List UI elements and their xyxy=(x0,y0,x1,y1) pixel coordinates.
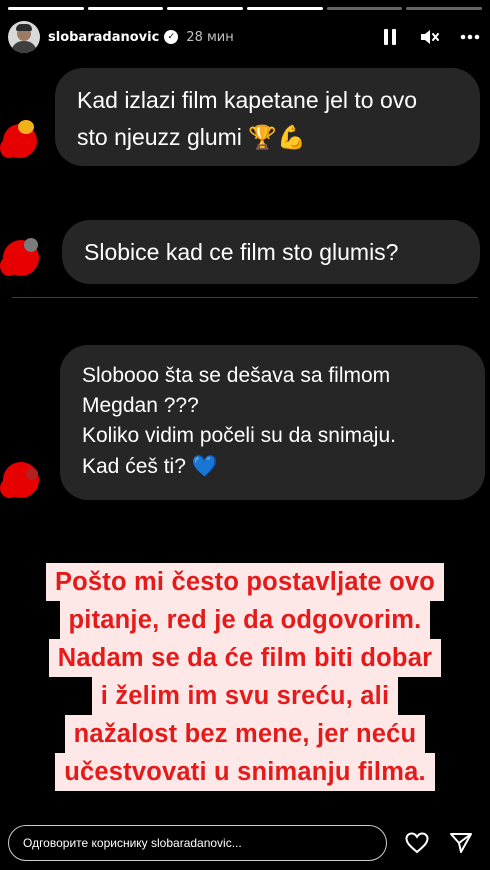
message-line: Kad ćeš ti? xyxy=(82,455,186,478)
pause-icon[interactable] xyxy=(380,27,400,47)
progress-segment xyxy=(8,7,84,10)
censored-avatar xyxy=(0,120,40,162)
answer-line: učestvovati u snimanju filma. xyxy=(55,753,435,791)
answer-text: Pošto mi često postavljate ovo pitanje, … xyxy=(0,563,490,791)
message-line: Slobooo šta se dešava sa filmom xyxy=(82,364,391,387)
avatar[interactable] xyxy=(8,21,40,53)
story-progress xyxy=(8,7,483,10)
reply-placeholder: Одговорите кориснику slobaradanovic... xyxy=(23,836,242,850)
story-header: slobaradanovic ✓ 28 мин xyxy=(8,20,480,54)
reply-input[interactable]: Одговорите кориснику slobaradanovic... xyxy=(8,825,387,861)
progress-segment xyxy=(326,7,403,10)
message-line: Kad izlazi film kapetane jel to ovo xyxy=(77,87,418,113)
timestamp: 28 мин xyxy=(186,29,234,45)
divider xyxy=(12,297,478,298)
mute-icon[interactable] xyxy=(420,27,440,47)
heart-icon[interactable] xyxy=(405,830,431,856)
more-icon[interactable] xyxy=(460,27,480,47)
answer-line: Pošto mi često postavljate ovo xyxy=(45,563,445,601)
censored-avatar xyxy=(0,236,40,278)
message-line: Megdan ??? xyxy=(82,394,199,417)
story-footer: Одговорите кориснику slobaradanovic... xyxy=(8,825,474,861)
blue-heart-emoji: 💙 xyxy=(191,454,218,478)
message-line: Slobice kad ce film sto glumis? xyxy=(84,239,399,265)
progress-segment xyxy=(87,7,164,10)
send-icon[interactable] xyxy=(448,830,474,856)
question-bubble: Slobooo šta se dešava sa filmom Megdan ?… xyxy=(60,345,485,500)
message-line: sto njeuzz glumi xyxy=(77,124,242,150)
username[interactable]: slobaradanovic xyxy=(48,30,159,45)
question-bubble: Slobice kad ce film sto glumis? xyxy=(62,220,480,284)
trophy-muscle-emoji: 🏆💪 xyxy=(248,125,306,151)
verified-badge-icon: ✓ xyxy=(164,30,179,44)
answer-line: nažalost bez mene, jer neću xyxy=(64,715,426,753)
progress-segment xyxy=(247,7,323,10)
censored-avatar xyxy=(0,458,40,500)
progress-segment xyxy=(167,7,244,10)
answer-line: Nadam se da će film biti dobar xyxy=(48,639,442,677)
progress-segment xyxy=(406,7,483,10)
message-line: Koliko vidim počeli su da snimaju. xyxy=(82,424,396,447)
answer-line: pitanje, red je da odgovorim. xyxy=(59,601,431,639)
answer-line: i želim im svu sreću, ali xyxy=(91,677,399,715)
question-bubble: Kad izlazi film kapetane jel to ovo sto … xyxy=(55,68,480,166)
